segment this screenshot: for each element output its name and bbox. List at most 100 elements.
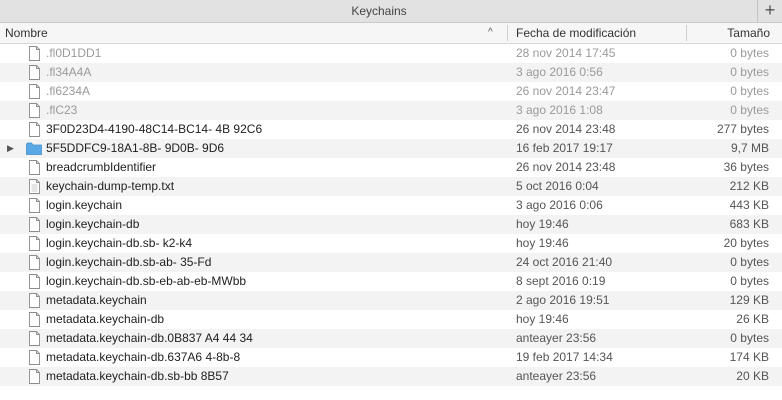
file-name: .fl0D1DD1: [46, 46, 102, 60]
file-icon: [28, 65, 41, 80]
file-name: breadcrumbIdentifier: [46, 160, 157, 174]
file-list: .fl0D1DD1 28 nov 2014 17:45 0 bytes .fl34A4…: [0, 44, 782, 386]
file-icon: [28, 198, 41, 213]
file-row[interactable]: login.keychain-db.sb-ab- 35-Fd 24 oct 201…: [0, 253, 782, 272]
file-row[interactable]: login.keychain 3 ago 2016 0:06 443 KB: [0, 196, 782, 215]
column-divider[interactable]: [507, 25, 508, 41]
file-name: metadata.keychain-db.sb-bb 8B57: [46, 369, 229, 383]
file-modified-date: 19 feb 2017 14:34: [516, 350, 613, 364]
file-row[interactable]: breadcrumbIdentifier 26 nov 2014 23:48 36 …: [0, 158, 782, 177]
file-row[interactable]: metadata.keychain-db.sb-bb 8B57 anteayer …: [0, 367, 782, 386]
column-header-name[interactable]: Nombre: [5, 23, 485, 43]
file-row[interactable]: keychain-dump-temp.txt 5 oct 2016 0:04 212…: [0, 177, 782, 196]
file-row[interactable]: metadata.keychain 2 ago 2016 19:51 129 KB: [0, 291, 782, 310]
file-modified-date: 3 ago 2016 1:08: [516, 103, 603, 117]
file-icon: [28, 312, 41, 327]
file-icon: [28, 103, 41, 118]
file-modified-date: anteayer 23:56: [516, 369, 597, 383]
file-size: 0 bytes: [730, 65, 769, 79]
file-name: metadata.keychain-db: [46, 312, 165, 326]
file-modified-date: 3 ago 2016 0:06: [516, 198, 603, 212]
file-size: 0 bytes: [730, 103, 769, 117]
file-icon: [28, 84, 41, 99]
file-modified-date: hoy 19:46: [516, 236, 569, 250]
file-name: .flC23: [46, 103, 78, 117]
file-icon: [28, 122, 41, 137]
file-row[interactable]: ▶ 5F5DDFC9-18A1-8B- 9D0B- 9D6 16 feb 2017 …: [0, 139, 782, 158]
file-row[interactable]: login.keychain-db.sb-eb-ab-eb-MWbb 8 sept…: [0, 272, 782, 291]
file-icon: [28, 293, 41, 308]
file-name: .fl34A4A: [46, 65, 92, 79]
file-icon: [28, 369, 41, 384]
file-row[interactable]: .flC23 3 ago 2016 1:08 0 bytes: [0, 101, 782, 120]
window-titlebar: Keychains +: [0, 0, 782, 23]
file-size: 20 KB: [736, 369, 769, 383]
window-title: Keychains: [351, 4, 407, 18]
file-name: metadata.keychain: [46, 293, 147, 307]
sort-ascending-icon[interactable]: ^: [488, 23, 493, 43]
file-size: 0 bytes: [730, 274, 769, 288]
file-modified-date: 28 nov 2014 17:45: [516, 46, 616, 60]
file-icon: [28, 274, 41, 289]
file-size: 0 bytes: [730, 331, 769, 345]
file-size: 0 bytes: [730, 84, 769, 98]
file-name: metadata.keychain-db.637A6 4-8b-8: [46, 350, 241, 364]
column-divider[interactable]: [686, 25, 687, 41]
file-modified-date: 26 nov 2014 23:48: [516, 122, 616, 136]
file-row[interactable]: metadata.keychain-db.637A6 4-8b-8 19 feb …: [0, 348, 782, 367]
column-header-size[interactable]: Tamaño: [690, 23, 770, 43]
file-icon: [28, 46, 41, 61]
file-size: 277 bytes: [716, 122, 769, 136]
file-icon: [28, 217, 41, 232]
add-tab-button[interactable]: +: [757, 0, 782, 22]
folder-icon: [26, 141, 42, 156]
file-row[interactable]: 3F0D23D4-4190-48C14-BC14- 4B 92C6 26 nov …: [0, 120, 782, 139]
file-icon: [28, 255, 41, 270]
file-size: 0 bytes: [730, 255, 769, 269]
file-modified-date: 26 nov 2014 23:48: [516, 160, 616, 174]
file-modified-date: 24 oct 2016 21:40: [516, 255, 613, 269]
file-name: login.keychain-db.sb-ab- 35-Fd: [46, 255, 212, 269]
file-name: login.keychain: [46, 198, 123, 212]
file-name: 5F5DDFC9-18A1-8B- 9D0B- 9D6: [46, 141, 225, 155]
file-modified-date: anteayer 23:56: [516, 331, 597, 345]
file-modified-date: 5 oct 2016 0:04: [516, 179, 599, 193]
file-row[interactable]: .fl0D1DD1 28 nov 2014 17:45 0 bytes: [0, 44, 782, 63]
file-icon: [28, 160, 41, 175]
file-row[interactable]: .fl34A4A 3 ago 2016 0:56 0 bytes: [0, 63, 782, 82]
file-size: 443 KB: [729, 198, 769, 212]
file-modified-date: hoy 19:46: [516, 217, 569, 231]
file-size: 20 bytes: [723, 236, 769, 250]
file-size: 26 KB: [736, 312, 769, 326]
file-size: 129 KB: [729, 293, 769, 307]
text-file-icon: [28, 179, 41, 194]
file-name: login.keychain-db.sb-eb-ab-eb-MWbb: [46, 274, 247, 288]
file-row[interactable]: metadata.keychain-db hoy 19:46 26 KB: [0, 310, 782, 329]
file-icon: [28, 350, 41, 365]
file-modified-date: 26 nov 2014 23:47: [516, 84, 616, 98]
file-size: 683 KB: [729, 217, 769, 231]
file-row[interactable]: metadata.keychain-db.0B837 A4 44 34 antea…: [0, 329, 782, 348]
file-modified-date: 8 sept 2016 0:19: [516, 274, 606, 288]
file-size: 0 bytes: [730, 46, 769, 60]
file-row[interactable]: .fl6234A 26 nov 2014 23:47 0 bytes: [0, 82, 782, 101]
file-size: 36 bytes: [723, 160, 769, 174]
file-icon: [28, 331, 41, 346]
file-modified-date: 2 ago 2016 19:51: [516, 293, 610, 307]
file-name: 3F0D23D4-4190-48C14-BC14- 4B 92C6: [46, 122, 263, 136]
file-modified-date: 16 feb 2017 19:17: [516, 141, 613, 155]
file-name: metadata.keychain-db.0B837 A4 44 34: [46, 331, 253, 345]
file-name: .fl6234A: [46, 84, 91, 98]
column-header-bar: Nombre ^ Fecha de modificación Tamaño: [0, 23, 782, 44]
file-name: login.keychain-db: [46, 217, 140, 231]
file-row[interactable]: login.keychain-db hoy 19:46 683 KB: [0, 215, 782, 234]
file-icon: [28, 236, 41, 251]
file-row[interactable]: login.keychain-db.sb- k2-k4 hoy 19:46 20 b…: [0, 234, 782, 253]
file-size: 174 KB: [729, 350, 769, 364]
file-name: login.keychain-db.sb- k2-k4: [46, 236, 193, 250]
file-name: keychain-dump-temp.txt: [46, 179, 175, 193]
file-modified-date: hoy 19:46: [516, 312, 569, 326]
file-size: 9,7 MB: [730, 141, 769, 155]
disclosure-triangle-icon[interactable]: ▶: [7, 139, 14, 158]
file-modified-date: 3 ago 2016 0:56: [516, 65, 603, 79]
